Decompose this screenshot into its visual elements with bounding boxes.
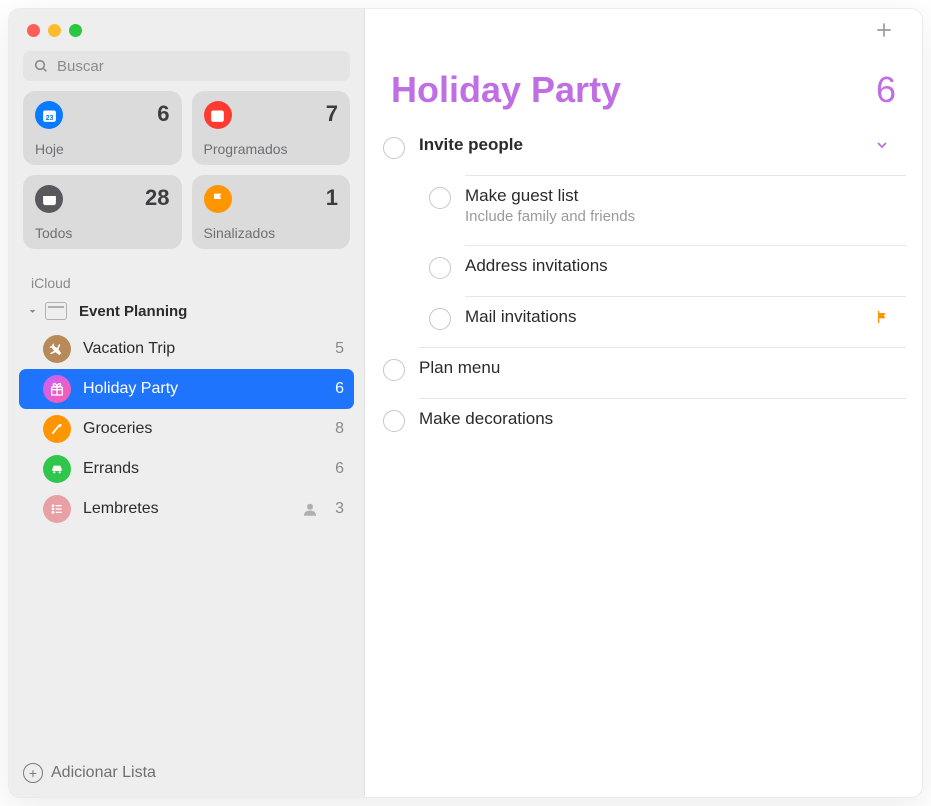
add-list-button[interactable]: + Adicionar Lista bbox=[9, 752, 364, 797]
search-icon bbox=[33, 58, 49, 74]
list-name: Holiday Party bbox=[83, 380, 327, 398]
list-count: 8 bbox=[327, 420, 344, 438]
list-name: Lembretes bbox=[83, 500, 301, 518]
page-title: Holiday Party bbox=[391, 69, 621, 111]
carrot-icon bbox=[43, 415, 71, 443]
smart-flagged[interactable]: 1 Sinalizados bbox=[192, 175, 351, 249]
list-lembretes[interactable]: Lembretes 3 bbox=[19, 489, 354, 529]
shared-icon bbox=[301, 500, 319, 518]
reminder-row[interactable]: Make decorations bbox=[383, 398, 912, 449]
reminder-title: Invite people bbox=[419, 135, 868, 155]
reminder-row[interactable]: Invite people bbox=[383, 125, 912, 175]
sidebar: 23 6 Hoje 7 Programados bbox=[9, 9, 365, 797]
page-count: 6 bbox=[876, 69, 896, 111]
car-icon bbox=[43, 455, 71, 483]
complete-toggle[interactable] bbox=[383, 137, 405, 159]
new-reminder-button[interactable] bbox=[868, 14, 900, 46]
smart-today-count: 6 bbox=[157, 101, 169, 127]
main-content: Holiday Party 6 Invite people bbox=[365, 9, 922, 797]
calendar-today-icon: 23 bbox=[35, 101, 63, 129]
smart-scheduled-count: 7 bbox=[326, 101, 338, 127]
list-name: Errands bbox=[83, 460, 327, 478]
list-errands[interactable]: Errands 6 bbox=[19, 449, 354, 489]
window-titlebar bbox=[9, 9, 364, 51]
gift-icon bbox=[43, 375, 71, 403]
folder-icon bbox=[45, 302, 67, 320]
smart-all[interactable]: 28 Todos bbox=[23, 175, 182, 249]
smart-flagged-label: Sinalizados bbox=[204, 225, 339, 241]
tray-icon bbox=[35, 185, 63, 213]
reminder-title: Make decorations bbox=[419, 409, 896, 429]
reminder-title: Plan menu bbox=[419, 358, 896, 378]
chevron-down-icon bbox=[25, 306, 39, 317]
reminder-row[interactable]: Plan menu bbox=[383, 347, 912, 398]
complete-toggle[interactable] bbox=[383, 410, 405, 432]
smart-lists-grid: 23 6 Hoje 7 Programados bbox=[9, 91, 364, 257]
list-holiday-party[interactable]: Holiday Party 6 bbox=[19, 369, 354, 409]
minimize-button[interactable] bbox=[48, 24, 61, 37]
app-window: 23 6 Hoje 7 Programados bbox=[8, 8, 923, 798]
complete-toggle[interactable] bbox=[429, 257, 451, 279]
flag-icon bbox=[204, 185, 232, 213]
list-count: 3 bbox=[327, 500, 344, 518]
reminder-title: Make guest list bbox=[465, 186, 896, 206]
reminder-row[interactable]: Make guest list Include family and frien… bbox=[383, 175, 912, 245]
search-input[interactable] bbox=[23, 51, 350, 81]
list-name: Groceries bbox=[83, 420, 327, 438]
flag-icon bbox=[868, 307, 896, 327]
maximize-button[interactable] bbox=[69, 24, 82, 37]
smart-all-label: Todos bbox=[35, 225, 170, 241]
folder-event-planning[interactable]: Event Planning bbox=[9, 297, 364, 325]
complete-toggle[interactable] bbox=[429, 187, 451, 209]
chevron-down-icon[interactable] bbox=[868, 135, 896, 155]
smart-scheduled[interactable]: 7 Programados bbox=[192, 91, 351, 165]
calendar-icon bbox=[204, 101, 232, 129]
smart-scheduled-label: Programados bbox=[204, 141, 339, 157]
airplane-icon bbox=[43, 335, 71, 363]
smart-today[interactable]: 23 6 Hoje bbox=[23, 91, 182, 165]
reminder-row[interactable]: Mail invitations bbox=[383, 296, 912, 347]
list-count: 6 bbox=[327, 380, 344, 398]
complete-toggle[interactable] bbox=[383, 359, 405, 381]
smart-today-label: Hoje bbox=[35, 141, 170, 157]
list-icon bbox=[43, 495, 71, 523]
list-groceries[interactable]: Groceries 8 bbox=[19, 409, 354, 449]
smart-flagged-count: 1 bbox=[326, 185, 338, 211]
lists-container: Vacation Trip 5 Holiday Party 6 Grocerie… bbox=[9, 325, 364, 533]
search-container bbox=[9, 51, 364, 91]
list-vacation-trip[interactable]: Vacation Trip 5 bbox=[19, 329, 354, 369]
smart-all-count: 28 bbox=[145, 185, 169, 211]
reminder-title: Mail invitations bbox=[465, 307, 868, 327]
folder-name: Event Planning bbox=[79, 303, 187, 320]
reminders-list: Invite people Make guest list Include fa… bbox=[365, 125, 922, 449]
reminder-title: Address invitations bbox=[465, 256, 896, 276]
account-label: iCloud bbox=[9, 257, 364, 297]
list-name: Vacation Trip bbox=[83, 340, 327, 358]
plus-circle-icon: + bbox=[23, 763, 43, 783]
complete-toggle[interactable] bbox=[429, 308, 451, 330]
add-list-label: Adicionar Lista bbox=[51, 764, 156, 782]
list-count: 6 bbox=[327, 460, 344, 478]
list-count: 5 bbox=[327, 340, 344, 358]
close-button[interactable] bbox=[27, 24, 40, 37]
list-header: Holiday Party 6 bbox=[365, 51, 922, 125]
main-toolbar bbox=[365, 9, 922, 51]
reminder-note: Include family and friends bbox=[465, 208, 896, 225]
svg-text:23: 23 bbox=[45, 113, 53, 121]
reminder-row[interactable]: Address invitations bbox=[383, 245, 912, 296]
